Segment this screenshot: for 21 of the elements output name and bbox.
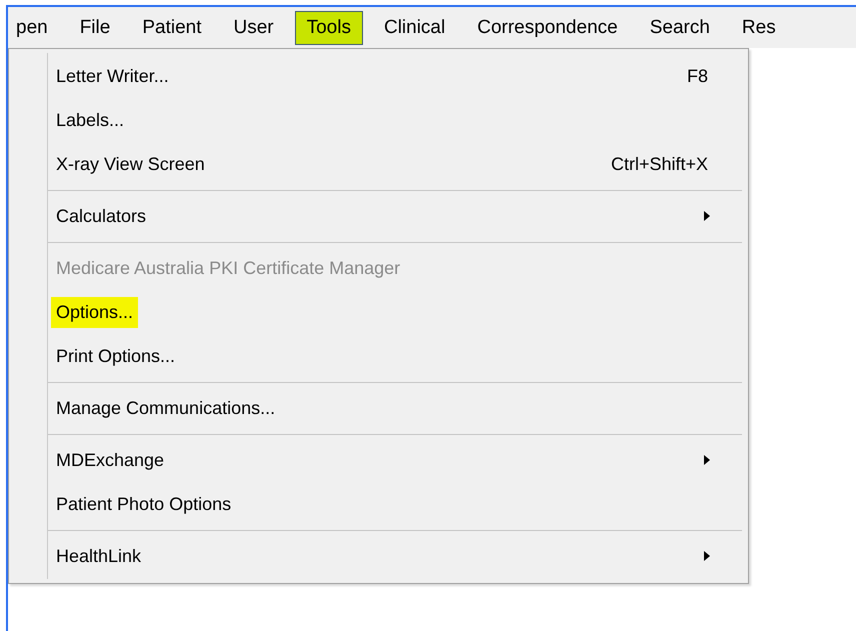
menu-bar-item[interactable]: Clinical [368, 10, 462, 44]
menu-item[interactable]: HealthLink [56, 542, 142, 570]
menu-item[interactable]: X-ray View Screen [56, 150, 205, 178]
menu-bar-item[interactable]: Patient [126, 10, 218, 44]
menu-bar-item[interactable]: pen [8, 10, 64, 44]
menu-item[interactable]: Calculators [56, 202, 146, 230]
shortcut-text: Ctrl+Shift+X [610, 152, 708, 176]
shortcut-text: F8 [686, 64, 708, 88]
menu-item[interactable]: Letter Writer... [56, 62, 169, 90]
menu-item[interactable]: MDExchange [56, 446, 164, 474]
menu-bar-item[interactable]: Res [726, 10, 792, 44]
menu-bar-item[interactable]: Search [634, 10, 726, 44]
menu-bar-item[interactable]: User [217, 10, 290, 44]
menu-item[interactable]: Print Options... [56, 342, 176, 370]
menu-item[interactable]: Labels... [56, 106, 124, 134]
menu-bar-item[interactable]: File [64, 10, 126, 44]
menu-item[interactable]: Patient Photo Options [56, 490, 232, 518]
menu-bar-item[interactable]: Tools [294, 10, 363, 44]
menu-bar-item[interactable]: Correspondence [461, 10, 634, 44]
menu-item[interactable]: Manage Communications... [56, 394, 276, 422]
menu-item[interactable]: Options... [51, 296, 138, 328]
